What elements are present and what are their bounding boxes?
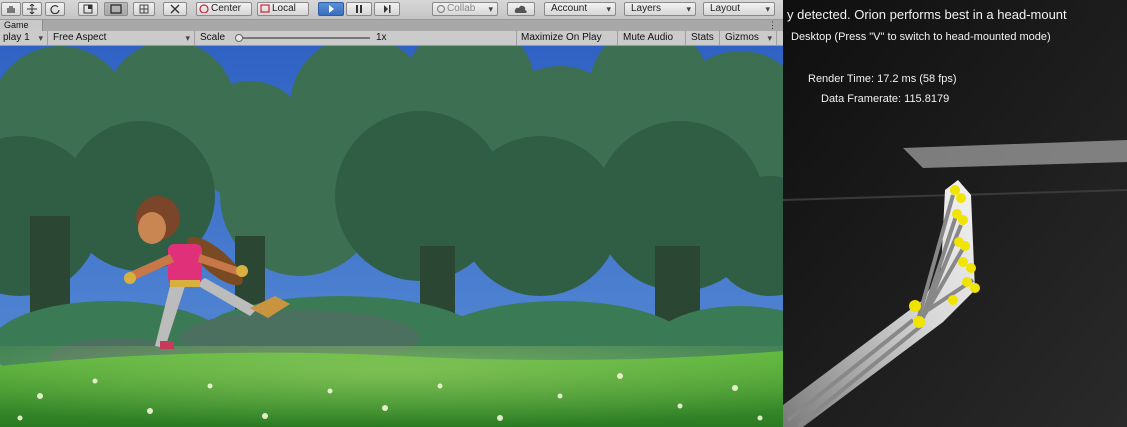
aspect-dropdown[interactable]: Free Aspect <box>50 31 195 45</box>
play-button[interactable] <box>318 2 344 16</box>
pause-button[interactable] <box>346 2 372 16</box>
mode-hint-text: Desktop (Press "V" to switch to head-mou… <box>791 31 1051 43</box>
aspect-label: Free Aspect <box>53 32 107 43</box>
pivot-center-button[interactable]: Center <box>196 2 252 16</box>
move-icon <box>27 4 37 14</box>
rect-tool-button[interactable] <box>104 2 128 16</box>
mute-audio-toggle[interactable]: Mute Audio <box>620 31 686 45</box>
render-time-text: Render Time: 17.2 ms (58 fps) <box>808 73 957 85</box>
stats-toggle[interactable]: Stats <box>688 31 720 45</box>
gizmos-label: Gizmos <box>725 32 759 43</box>
layout-dropdown[interactable]: Layout <box>703 2 775 16</box>
collab-icon <box>436 4 446 14</box>
tab-bar: Game ⋮ <box>0 20 783 31</box>
layers-label: Layers <box>631 3 662 14</box>
account-dropdown[interactable]: Account <box>544 2 616 16</box>
ir-camera-feed <box>783 0 1127 427</box>
pause-icon <box>356 5 362 13</box>
center-icon <box>199 4 209 13</box>
collab-label: Collab <box>447 3 476 14</box>
stats-label: Stats <box>691 32 714 43</box>
local-label: Local <box>272 3 296 14</box>
pivot-local-button[interactable]: Local <box>257 2 309 16</box>
unity-editor: Center Local Collab Account <box>0 0 783 427</box>
scale-slider-track[interactable] <box>238 37 370 39</box>
scale-label: Scale <box>200 32 226 43</box>
data-framerate-text: Data Framerate: 115.8179 <box>821 93 950 105</box>
rotate-tool-button[interactable] <box>45 2 65 16</box>
game-view-toolbar: play 1 Free Aspect Scale 1x Maximize On … <box>0 31 783 46</box>
hand-icon <box>7 6 15 13</box>
scale-value: 1x <box>376 32 387 43</box>
center-label: Center <box>211 3 242 14</box>
tools-icon <box>170 4 180 14</box>
maximize-on-play-toggle[interactable]: Maximize On Play <box>518 31 618 45</box>
maximize-label: Maximize On Play <box>521 32 602 43</box>
tab-menu-icon[interactable]: ⋮ <box>768 20 777 31</box>
cloud-button[interactable] <box>507 2 535 16</box>
play-icon <box>329 5 334 13</box>
collab-dropdown[interactable]: Collab <box>432 2 498 16</box>
layout-label: Layout <box>710 3 741 14</box>
display-dropdown[interactable]: play 1 <box>0 31 48 45</box>
scale-icon <box>83 4 93 14</box>
cloud-icon <box>514 5 527 13</box>
scale-slider-handle[interactable] <box>235 34 243 42</box>
gizmos-dropdown[interactable]: Gizmos <box>722 31 777 45</box>
scale-tool-button[interactable] <box>78 2 98 16</box>
transform-tool-button[interactable] <box>133 2 155 16</box>
custom-tools-button[interactable] <box>163 2 187 16</box>
mute-label: Mute Audio <box>623 32 674 43</box>
leap-motion-visualizer: y detected. Orion performs best in a hea… <box>783 0 1127 427</box>
local-icon <box>260 4 270 13</box>
rotate-icon <box>50 5 60 14</box>
step-button[interactable] <box>374 2 400 16</box>
forest-scene <box>0 46 783 427</box>
step-icon <box>384 5 391 13</box>
rect-icon <box>110 4 122 14</box>
account-label: Account <box>551 3 588 14</box>
device-warning-text: y detected. Orion performs best in a hea… <box>787 7 1067 22</box>
tab-game[interactable]: Game <box>0 20 43 31</box>
hand-tool-button[interactable] <box>1 2 21 16</box>
layers-dropdown[interactable]: Layers <box>624 2 696 16</box>
move-tool-button[interactable] <box>22 2 42 16</box>
main-toolbar: Center Local Collab Account <box>0 0 783 20</box>
game-viewport[interactable] <box>0 46 783 427</box>
transform-icon <box>139 4 149 14</box>
tab-game-label: Game <box>4 20 29 30</box>
display-label: play 1 <box>3 32 30 43</box>
